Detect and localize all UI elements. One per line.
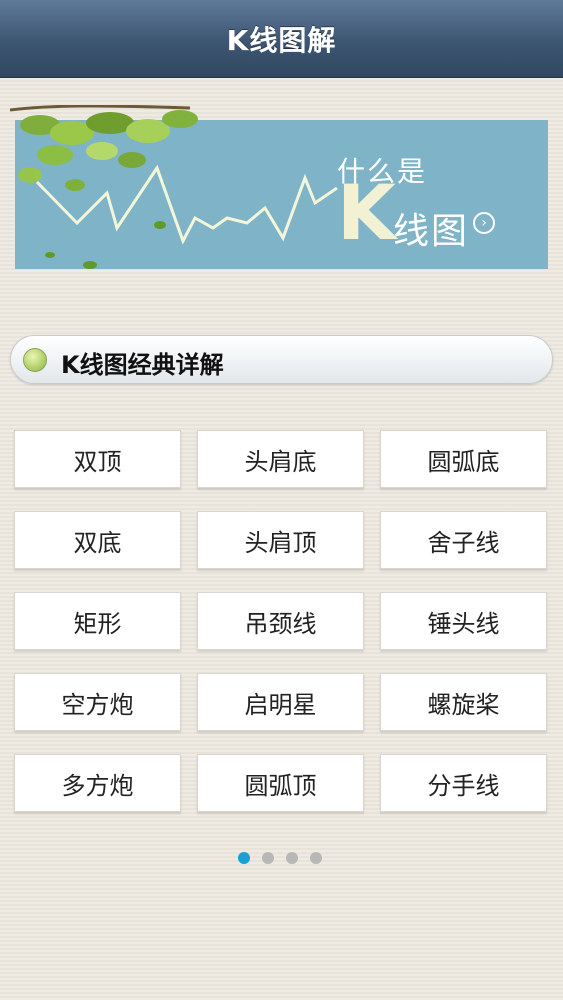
section-header: K线图经典详解 [10,335,553,384]
pattern-button[interactable]: 圆弧顶 [197,754,364,812]
page-indicator[interactable] [238,852,322,864]
leaves-decoration [10,105,198,269]
kline-intro-banner[interactable]: 什么是 K 线图 › [10,105,548,269]
pattern-button[interactable]: 矩形 [14,592,181,650]
arrow-right-circle-icon[interactable]: › [473,212,495,234]
pattern-button[interactable]: 螺旋桨 [380,673,547,731]
pattern-button[interactable]: 分手线 [380,754,547,812]
section-title: K线图经典详解 [61,351,224,379]
pattern-button[interactable]: 头肩底 [197,430,364,488]
page-dot-active[interactable] [238,852,250,864]
pattern-grid: 双顶 头肩底 圆弧底 双底 头肩顶 舍子线 矩形 吊颈线 锤头线 空方炮 启明星… [14,430,547,812]
banner-suffix: 线图 [393,211,470,252]
page-dot[interactable] [262,852,274,864]
pattern-button[interactable]: 锤头线 [380,592,547,650]
pattern-button[interactable]: 双底 [14,511,181,569]
navigation-bar: K线图解 [0,0,563,78]
pattern-button[interactable]: 启明星 [197,673,364,731]
pattern-button[interactable]: 空方炮 [14,673,181,731]
page-dot[interactable] [286,852,298,864]
page-dot[interactable] [310,852,322,864]
pattern-button[interactable]: 圆弧底 [380,430,547,488]
pattern-button[interactable]: 舍子线 [380,511,547,569]
green-bullet-icon [23,348,47,372]
banner-k-letter: K [337,168,396,257]
pattern-button[interactable]: 吊颈线 [197,592,364,650]
pattern-button[interactable]: 多方炮 [14,754,181,812]
pattern-button[interactable]: 头肩顶 [197,511,364,569]
pattern-button[interactable]: 双顶 [14,430,181,488]
page-title: K线图解 [226,23,337,57]
